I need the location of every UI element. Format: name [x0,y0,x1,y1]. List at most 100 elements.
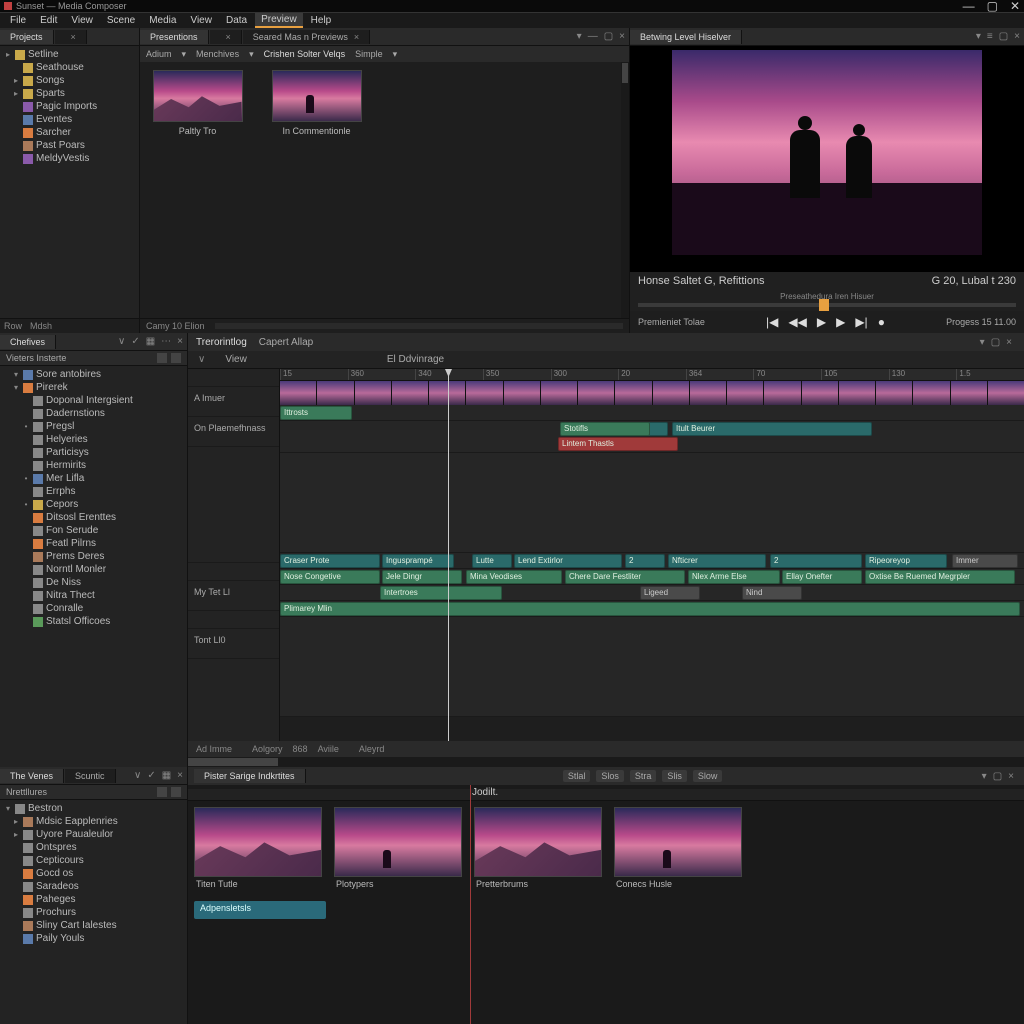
source-tab-2[interactable]: × [210,30,242,44]
footer-item[interactable]: Aolgory [252,744,283,754]
tree-item[interactable]: ▾Bestron [0,802,187,815]
tb-item[interactable]: Menchives [196,49,239,59]
play-forward-button[interactable]: ▶ [836,315,845,329]
timeline-tab-2[interactable]: Capert Allap [259,337,313,348]
grid-icon[interactable]: ▦ [144,336,157,347]
tree-item[interactable]: Saradeos [0,880,187,893]
strip-tool-button[interactable]: Slis [662,770,687,782]
play-button[interactable]: ▶ [817,315,826,329]
tree-item[interactable]: ▸Setline [0,48,139,61]
timeline-scrollbar[interactable] [188,757,1024,767]
strip-ruler[interactable] [188,789,1024,801]
tree-item[interactable]: De Niss [0,576,187,589]
check-icon[interactable]: ✓ [145,770,157,781]
menu-file[interactable]: File [4,14,32,27]
tree-item[interactable]: Statsl Officoes [0,615,187,628]
track-header[interactable]: On Plaemefhnass [188,417,279,447]
timeline-clip[interactable]: Intertroes [380,586,502,600]
tree-item[interactable]: Featl Pilrns [0,537,187,550]
timeline-clip[interactable]: Lutte [472,554,512,568]
tree-item[interactable]: ▸Mdsic Eapplenries [0,815,187,828]
timeline-ruler[interactable]: 1536034035030020364701051301.5 [280,369,1024,381]
view-label[interactable]: View [225,354,247,365]
timeline-clip[interactable]: 2 [770,554,862,568]
dropdown-icon[interactable]: ∨ [116,336,127,347]
timeline-track[interactable]: Ittrosts [280,405,1024,421]
timeline-clip[interactable]: Nlex Arme Else [688,570,780,584]
close-icon[interactable]: × [71,32,76,42]
tree-item[interactable]: Dadernstions [0,407,187,420]
mode-label[interactable]: El Ddvinrage [387,354,444,365]
close-icon[interactable]: × [175,770,185,781]
timeline-clip[interactable]: Ripeoreyop [865,554,947,568]
view-icon[interactable] [157,787,167,797]
panel-max-icon[interactable]: ▢ [602,31,615,42]
strip-item[interactable]: Plotypers [334,807,462,891]
record-button[interactable]: ● [878,315,885,329]
step-fwd-button[interactable]: ▶| [855,315,867,329]
expand-icon[interactable]: ▾ [4,804,12,813]
menu-view[interactable]: View [184,14,218,27]
tree-item[interactable]: Sliny Cart Ialestes [0,919,187,932]
lib-tab-2[interactable]: Scuntic [65,769,116,783]
strip-tool-button[interactable]: Stra [630,770,657,782]
strip-tab[interactable]: Pister Sarige Indkrtites [194,769,306,783]
menu-scene[interactable]: Scene [101,14,141,27]
timeline-clip[interactable]: Plimarey Mlin [280,602,1020,616]
tree-item[interactable]: Fon Serude [0,524,187,537]
timeline-clip[interactable]: Ingusprampé [382,554,454,568]
strip-tool-button[interactable]: Stlal [563,770,591,782]
tree-item[interactable]: MeldyVestis [0,152,139,165]
strip-tool-button[interactable]: Slos [596,770,624,782]
panel-menu-icon[interactable]: ▾ [575,31,584,42]
expand-icon[interactable]: ▾ [12,370,20,379]
strip-item[interactable]: Titen Tutle [194,807,322,891]
strip-item[interactable]: Conecs Husle [614,807,742,891]
tree-item[interactable]: Errphs [0,485,187,498]
bin-item[interactable]: In Commentionle [269,70,364,310]
tree-item[interactable]: Pagic Imports [0,100,139,113]
maximize-button[interactable]: ▢ [987,0,998,13]
tree-item[interactable]: ▸Uyore Paualeulor [0,828,187,841]
tb-item[interactable]: Simple [355,49,383,59]
tree-item[interactable]: Seathouse [0,61,139,74]
playhead[interactable] [448,369,449,741]
timeline-clip[interactable]: Jele Dingr [382,570,462,584]
expand-icon[interactable]: • [22,474,30,483]
tree-item[interactable]: •Pregsl [0,420,187,433]
tree-item[interactable]: Paheges [0,893,187,906]
view-icon[interactable] [157,353,167,363]
tree-item[interactable]: ▸Songs [0,74,139,87]
dropdown-icon[interactable]: ∨ [132,770,143,781]
timeline-clip[interactable]: Mina Veodises [466,570,562,584]
panel-min-icon[interactable]: ≡ [985,31,995,42]
position-slider[interactable] [638,303,1016,307]
check-icon[interactable]: ✓ [129,336,141,347]
source-tab-1[interactable]: Presentions [140,30,209,44]
timeline-track[interactable]: Craser ProteIngusprampéLutteLend Extirlo… [280,553,1024,569]
lib-tab-1[interactable]: The Venes [0,769,64,783]
grid-icon[interactable]: ▦ [160,770,173,781]
tree-item[interactable]: Cepticours [0,854,187,867]
menu-media[interactable]: Media [143,14,182,27]
timeline-clip[interactable]: Nind [742,586,802,600]
timeline-clip[interactable]: Nfticrer [668,554,766,568]
expand-icon[interactable]: • [22,500,30,509]
strip-tool-button[interactable]: Slow [693,770,723,782]
timeline-clip[interactable]: 2 [625,554,665,568]
project-tab[interactable]: Projects [0,30,54,44]
effects-tab[interactable]: Chefives [0,335,56,349]
tree-item[interactable]: Gocd os [0,867,187,880]
timeline-clip[interactable]: Nose Congetive [280,570,380,584]
footer-item[interactable]: Aviile [318,744,339,754]
menu-view[interactable]: View [65,14,99,27]
step-back-button[interactable]: ◀◀ [788,315,806,329]
timeline-track[interactable]: Nose CongetiveJele DingrMina VeodisesChe… [280,569,1024,585]
expand-icon[interactable]: ▸ [4,50,12,59]
panel-menu-icon[interactable]: ▾ [978,337,987,348]
program-tab[interactable]: Betwing Level Hiselver [630,30,742,44]
tb-item[interactable]: Adium [146,49,172,59]
tb-item[interactable]: Crishen Solter Velqs [264,49,346,59]
timeline-clip[interactable]: Itult Beurer [672,422,872,436]
panel-close-icon[interactable]: × [1004,337,1014,348]
